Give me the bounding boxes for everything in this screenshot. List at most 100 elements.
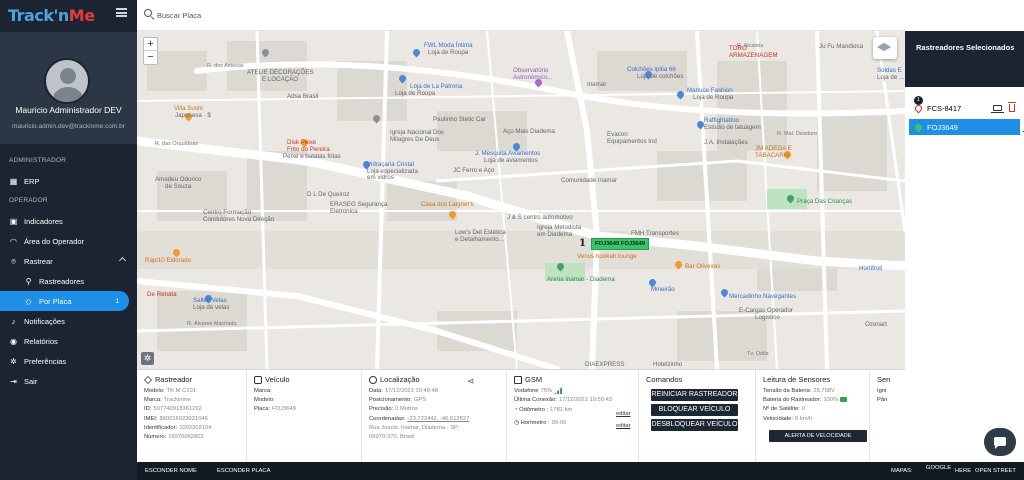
tracker-item[interactable]: FCS-8417 xyxy=(909,100,1020,116)
map-label: Ju Fu Mandioca xyxy=(819,43,864,50)
sidebar-item-indicadores[interactable]: ▣ Indicadores xyxy=(0,211,137,231)
tracker-info: Rastreador Modelo: TK M C101 Marca: Tracki… xyxy=(137,370,247,463)
map-label: Amadeu Odorico xyxy=(155,176,202,183)
map-label: Bar Oliveiras xyxy=(685,263,721,270)
map-label: Logístico xyxy=(755,314,780,321)
hourmeter-edit-link[interactable]: editar xyxy=(616,423,631,429)
map-label: Loja de Roupa xyxy=(693,94,734,101)
map-google-button[interactable]: GOOGLE xyxy=(926,465,951,471)
erp-icon: ▦ xyxy=(9,176,18,186)
map-label: Loja de velas xyxy=(193,304,230,311)
tracker-item-selected[interactable]: FOJ3649 xyxy=(909,119,1024,135)
map-label: E-Cargas Operador xyxy=(739,307,793,314)
map-label: Casa dos Laigner's xyxy=(421,201,474,208)
sidebar-item-rastrear[interactable]: ⌾ Rastrear xyxy=(0,251,137,271)
map-label: ATELIE DECORAÇÕES xyxy=(247,69,314,76)
sidebar: Track'nMe Mauricio Administrador DEV mau… xyxy=(0,0,137,480)
sim-icon xyxy=(514,375,522,384)
user-email: mauricio.admin.dev@trackinme.com.br xyxy=(12,123,125,130)
sidebar-item-notificacoes[interactable]: ♪ Notificações xyxy=(0,311,137,331)
vehicle-marker[interactable]: FOJ3649 FOJ3649 xyxy=(591,238,649,250)
map-label: Loja de ... xyxy=(877,74,905,81)
sidebar-item-erp[interactable]: ▦ ERP xyxy=(0,171,137,191)
globe-icon: ◉ xyxy=(10,336,17,346)
search-input[interactable] xyxy=(157,7,457,23)
pin-icon: ⚲ xyxy=(25,276,32,286)
map-label: Evacon xyxy=(607,131,628,138)
hide-plate-button[interactable]: ESCONDER PLACA xyxy=(217,468,270,474)
section-operator: OPERADOR xyxy=(9,197,48,204)
map-label: Loja de Roupa xyxy=(395,90,436,97)
block-vehicle-button[interactable]: BLOQUEAR VEÍCULO xyxy=(651,404,738,416)
cluster-number: 1 xyxy=(579,238,586,249)
battery-icon xyxy=(840,397,848,403)
map-label: ERASEG Segurança xyxy=(330,201,388,208)
map-label: Equipamentos Ind xyxy=(607,138,657,145)
zoom-in-button[interactable]: + xyxy=(144,38,157,51)
zoom-control: + − xyxy=(143,37,158,65)
hide-name-button[interactable]: ESCONDER NOME xyxy=(145,468,197,474)
sidebar-item-rastreadores[interactable]: ⚲ Rastreadores xyxy=(0,271,137,291)
odometer-edit-link[interactable]: editar xyxy=(616,411,631,417)
map-label: Condutores Nova Direção xyxy=(203,216,275,223)
map-label: DIAEXPRESS xyxy=(585,361,625,368)
chat-button[interactable] xyxy=(984,428,1016,456)
unblock-vehicle-button[interactable]: DESBLOQUEAR VEÍCULO xyxy=(651,419,738,431)
info-panel: Rastreador Modelo: TK M C101 Marca: Tracki… xyxy=(137,369,905,463)
map-label: Milagres De Deus xyxy=(390,136,440,143)
avatar[interactable] xyxy=(44,58,90,104)
car-icon xyxy=(254,375,262,384)
diamond-icon: ◇ xyxy=(25,296,32,306)
map-label: Loja de La Patrona xyxy=(410,83,463,90)
map-settings-icon[interactable]: ✲ xyxy=(141,352,154,365)
signal-icon xyxy=(554,387,563,394)
map-label: Loja de colchões xyxy=(637,73,684,80)
sidebar-item-sair[interactable]: ⇥ Sair xyxy=(0,371,137,391)
speed-alert-button[interactable]: ALERTA DE VELOCIDADE xyxy=(769,429,867,442)
map-label: Inamar xyxy=(587,81,607,88)
laptop-icon[interactable] xyxy=(991,105,1004,113)
map-label: Arena Inamar - Diadema xyxy=(547,276,615,283)
trash-icon[interactable] xyxy=(1008,102,1016,112)
map-label: Colchões ipitia 66 xyxy=(627,66,676,73)
map-label: Disk Peixe xyxy=(287,139,317,146)
logout-icon: ⇥ xyxy=(10,376,17,386)
map-label: Vidraçaria Cristal xyxy=(367,161,414,168)
sidebar-item-por-placa[interactable]: ◇ Por Placa 1 xyxy=(0,291,129,311)
map-label: Raffightattoo xyxy=(704,117,739,124)
restart-tracker-button[interactable]: REINICIAR RASTREADOR xyxy=(651,389,738,401)
map-osm-button[interactable]: OPEN STREET xyxy=(975,468,1016,474)
map-label: Rapi10 Eldorado xyxy=(145,257,192,264)
map-label: Eletronica xyxy=(330,208,358,215)
hamburger-menu-icon[interactable] xyxy=(116,8,127,17)
street-label: R. dos Astecas xyxy=(207,63,244,69)
map-label: FWL Moda Íntima xyxy=(424,42,473,49)
map[interactable]: + − R. dos Astecas R. das Orquídeas R. A… xyxy=(137,31,905,369)
app-logo[interactable]: Track'nMe xyxy=(8,6,95,25)
map-label: Low's Det Estética xyxy=(455,229,506,236)
share-icon[interactable]: ⋖ xyxy=(467,376,475,387)
section-admin: ADMINISTRADOR xyxy=(9,157,67,164)
map-label: D L De Queiroz xyxy=(307,191,350,198)
sidebar-item-relatorios[interactable]: ◉ Relatórios xyxy=(0,331,137,351)
map-label: Hotelzinho xyxy=(653,361,683,368)
layers-button[interactable] xyxy=(873,37,897,59)
map-here-button[interactable]: HERE xyxy=(955,468,971,474)
sidebar-item-preferencias[interactable]: ✲ Preferências xyxy=(0,351,137,371)
map-label: Igreja Nacional Dos xyxy=(390,129,444,136)
map-label: Observatório xyxy=(513,67,549,74)
zoom-out-button[interactable]: − xyxy=(144,51,157,64)
coordinates-link[interactable]: -23.722442, -46.612827 xyxy=(407,416,469,422)
map-label: de Souza xyxy=(165,183,192,190)
map-label: J & S centro automotivo xyxy=(507,214,573,221)
app-root: Track'nMe Mauricio Administrador DEV mau… xyxy=(0,0,1024,480)
map-label: Mercadinho Navegantes xyxy=(729,293,797,300)
gear-icon: ✲ xyxy=(10,356,17,366)
street-label: R. Álvares Machado xyxy=(187,321,237,327)
map-label: JM ADEGA E xyxy=(755,145,792,152)
user-name: Mauricio Administrador DEV xyxy=(15,105,122,115)
map-label: Venus hookah lounge xyxy=(577,253,637,260)
sidebar-item-area-operador[interactable]: ◠ Área do Operador xyxy=(0,231,137,251)
map-label: Loja de aviamentos xyxy=(484,157,538,164)
gsm-info: GSM Vodafone 75% Última Conexão: 17/12/202… xyxy=(507,370,639,463)
